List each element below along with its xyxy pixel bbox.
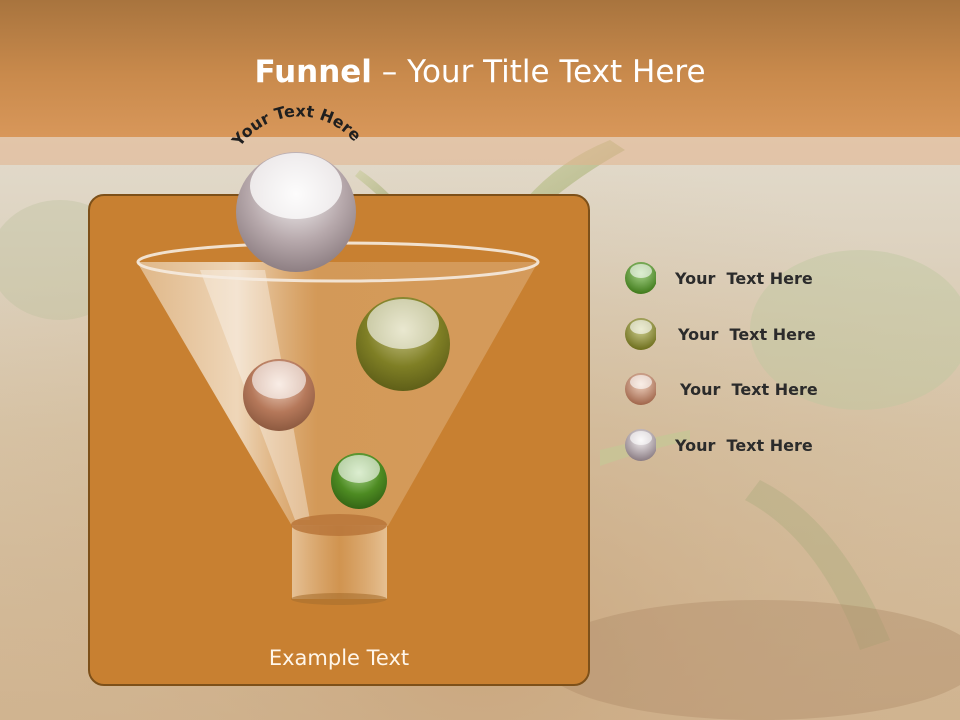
legend: Your Text Here Your Text Here Your Text …	[620, 258, 940, 478]
olive-sphere	[356, 297, 450, 391]
legend-item: Your Text Here	[620, 314, 940, 354]
slide: Funnel – Your Title Text Here Your Text …	[0, 0, 960, 720]
legend-item: Your Text Here	[620, 258, 940, 298]
bronze-sphere-icon	[625, 373, 656, 405]
arc-text: Your Text Here	[227, 101, 365, 150]
silver-sphere-icon	[625, 429, 656, 461]
legend-item: Your Text Here	[620, 425, 940, 465]
green-sphere	[331, 453, 387, 509]
olive-sphere-icon	[625, 318, 656, 350]
funnel-spout	[291, 514, 387, 605]
legend-label: Your Text Here	[675, 269, 813, 288]
legend-label: Your Text Here	[680, 380, 818, 399]
legend-item: Your Text Here	[620, 369, 940, 409]
green-sphere-icon	[625, 262, 656, 294]
top-sphere	[236, 152, 356, 272]
bronze-sphere	[243, 359, 315, 431]
example-text: Example Text	[268, 646, 410, 670]
legend-label: Your Text Here	[675, 436, 813, 455]
legend-label: Your Text Here	[678, 325, 816, 344]
